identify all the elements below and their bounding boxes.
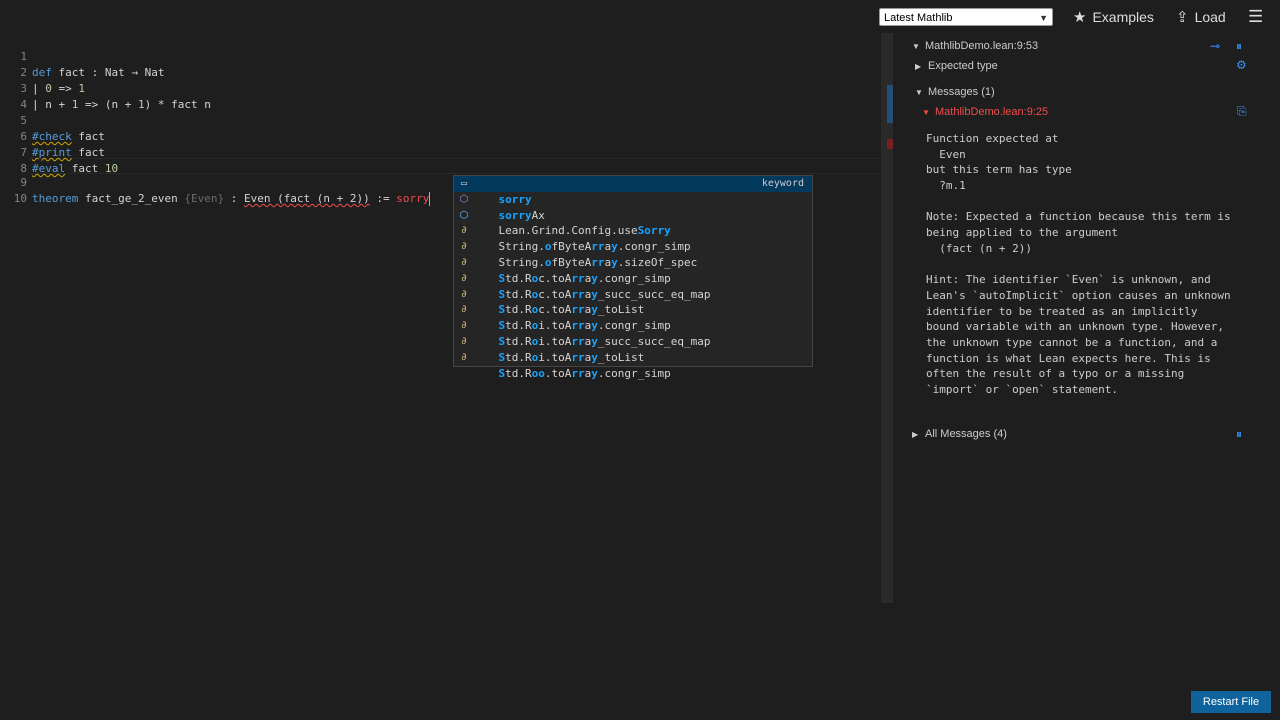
message-line: Function expected at <box>926 132 1059 145</box>
suggestion-item[interactable]: ∂ Std.Roi.toArray_succ_succ_eq_map <box>454 318 812 348</box>
upload-icon: ⇪ <box>1176 9 1189 26</box>
chevron-down-icon: ▼ <box>1039 13 1048 23</box>
message-line: often the result of a typo or a missing <box>926 367 1185 381</box>
message-line: Hint: The identifier `Even` is unknown, … <box>926 273 1211 287</box>
editor-line[interactable]: 7 #eval fact 10 <box>0 129 880 175</box>
all-messages-header[interactable]: ▶ All Messages (4) <box>912 428 1007 440</box>
triangle-right-icon: ▶ <box>912 429 919 439</box>
message-line: (fact (n + 2)) <box>926 241 1032 255</box>
theorem-icon: ∂ <box>460 320 468 332</box>
theorem-icon: ∂ <box>460 288 468 300</box>
message-line: ?m.1 <box>926 179 966 193</box>
message-line: the unknown type cannot be a function, a… <box>926 335 1218 349</box>
editor-line[interactable]: 4 <box>0 81 880 111</box>
theorem-icon: ∂ <box>460 304 468 316</box>
suggestion-item[interactable]: ∂ Std.Roo.toArray.congr_simp <box>454 350 812 380</box>
message-line: Note: Expected a function because this t… <box>926 210 1231 224</box>
message-line: bound variable with an unknown type. How… <box>926 320 1225 334</box>
messages-header[interactable]: ▼ Messages (1) <box>915 86 995 98</box>
editor-line[interactable]: 5 #check fact <box>0 97 880 143</box>
suggestion-item[interactable]: ∂ String.ofByteArray.congr_simp <box>454 223 812 253</box>
text-cursor <box>429 192 431 206</box>
line-code: theorem fact_ge_2_even {Even} : Even (fa… <box>32 192 431 206</box>
autocomplete-popup[interactable]: ▭ sorry keyword ⬡ sorryAx ⬡ Lean.Grind.Conf… <box>453 175 813 380</box>
suggestion-item[interactable]: ⬡ Lean.Grind.Config.useSorry <box>454 208 812 238</box>
function-icon: ⬡ <box>459 193 469 205</box>
editor-line[interactable]: 3 | n + 1 => (n + 1) * fact n <box>0 65 880 111</box>
restart-file-button[interactable]: Restart File <box>1191 691 1271 713</box>
keyword-icon: ▭ <box>460 178 468 189</box>
suggestion-item[interactable]: ⬡ sorryAx <box>454 192 812 222</box>
message-line: Even <box>926 147 966 161</box>
top-bar: Latest Mathlib ▼ ★ Examples ⇪ Load ☰ <box>0 0 1280 33</box>
theorem-icon: ∂ <box>460 351 468 363</box>
message-line: Lean's `autoImplicit` option causes an u… <box>926 288 1231 302</box>
version-select-value: Latest Mathlib <box>884 12 953 24</box>
expected-type-header[interactable]: ▶ Expected type <box>915 60 998 72</box>
version-select[interactable]: Latest Mathlib ▼ <box>879 8 1053 26</box>
theorem-icon: ∂ <box>460 225 468 237</box>
examples-button[interactable]: ★ Examples <box>1073 8 1154 26</box>
messages-label: Messages (1) <box>928 86 995 98</box>
expected-type-label: Expected type <box>928 60 998 72</box>
triangle-down-icon: ▼ <box>912 41 920 51</box>
editor-line[interactable]: 2 | 0 => 1 <box>0 49 880 95</box>
theorem-icon: ∂ <box>460 272 468 284</box>
message-line <box>926 194 1271 210</box>
code-editor[interactable]: 1 def fact : Nat → Nat 2 | 0 => 1 3 | n … <box>0 33 881 720</box>
load-label: Load <box>1194 9 1226 25</box>
theorem-icon: ∂ <box>460 256 468 268</box>
examples-label: Examples <box>1092 9 1154 25</box>
suggestion-item[interactable]: ∂ Std.Roc.toArray.congr_simp <box>454 255 812 285</box>
theorem-icon: ∂ <box>460 241 468 253</box>
suggestion-item[interactable]: ∂ Std.Roi.toArray.congr_simp <box>454 302 812 332</box>
pause-icon[interactable]: ⏸ <box>1236 39 1242 54</box>
suggestion-item[interactable]: ∂ Std.Roc.toArray_succ_succ_eq_map <box>454 271 812 301</box>
theorem-icon: ∂ <box>460 335 468 347</box>
message-line: function is what Lean expects here. This… <box>926 351 1211 365</box>
error-message-body: Function expected at Even but this term h… <box>926 131 1271 398</box>
infoview-panel: ▼ MathlibDemo.lean:9:53 ⊸ ⏸ ⚙ ▶ Expected… <box>893 33 1280 720</box>
editor-scrollbar[interactable] <box>881 33 893 603</box>
load-button[interactable]: ⇪ Load <box>1176 8 1226 26</box>
all-messages-label: All Messages (4) <box>925 428 1007 440</box>
editor-line[interactable]: 1 def fact : Nat → Nat <box>0 33 880 79</box>
message-line: being applied to the argument <box>926 226 1119 240</box>
suggestion-item[interactable]: ∂ String.ofByteArray.sizeOf_spec <box>454 239 812 269</box>
star-icon: ★ <box>1073 9 1087 26</box>
editor-line[interactable]: 6 #print fact <box>0 113 880 159</box>
hamburger-menu-icon[interactable]: ☰ <box>1248 7 1263 26</box>
message-line <box>926 257 1271 273</box>
field-icon: ⬡ <box>459 209 469 221</box>
message-line: but this term has type <box>926 163 1072 177</box>
line-number: 10 <box>13 192 27 205</box>
message-location-link[interactable]: MathlibDemo.lean:9:25 <box>935 106 1048 118</box>
triangle-right-icon: ▶ <box>915 61 922 71</box>
editor-line[interactable]: 9 theorem fact_ge_2_even {Even} : Even (… <box>0 159 880 206</box>
message-location-header[interactable]: ▼ MathlibDemo.lean:9:25 <box>922 106 1048 118</box>
pin-icon[interactable]: ⊸ <box>1210 39 1220 53</box>
triangle-down-icon: ▼ <box>915 87 923 97</box>
gear-icon[interactable]: ⚙ <box>1236 58 1247 72</box>
suggestion-item[interactable]: ∂ Std.Roc.toArray_toList <box>454 287 812 317</box>
message-line: identifier to be treated as an implicitl… <box>926 304 1198 318</box>
position-header[interactable]: ▼ MathlibDemo.lean:9:53 <box>912 40 1038 52</box>
triangle-down-icon: ▼ <box>922 107 930 117</box>
pause-icon[interactable]: ⏸ <box>1236 427 1242 442</box>
suggestion-item[interactable]: ▭ sorry keyword <box>454 176 812 206</box>
copy-to-comment-icon[interactable]: ⎘ <box>1237 104 1247 119</box>
position-link[interactable]: MathlibDemo.lean:9:53 <box>925 40 1038 52</box>
message-line: `import` or `open` statement. <box>926 383 1119 396</box>
suggestion-detail: keyword <box>761 178 804 189</box>
suggestion-item[interactable]: ∂ Std.Roi.toArray_toList <box>454 334 812 364</box>
